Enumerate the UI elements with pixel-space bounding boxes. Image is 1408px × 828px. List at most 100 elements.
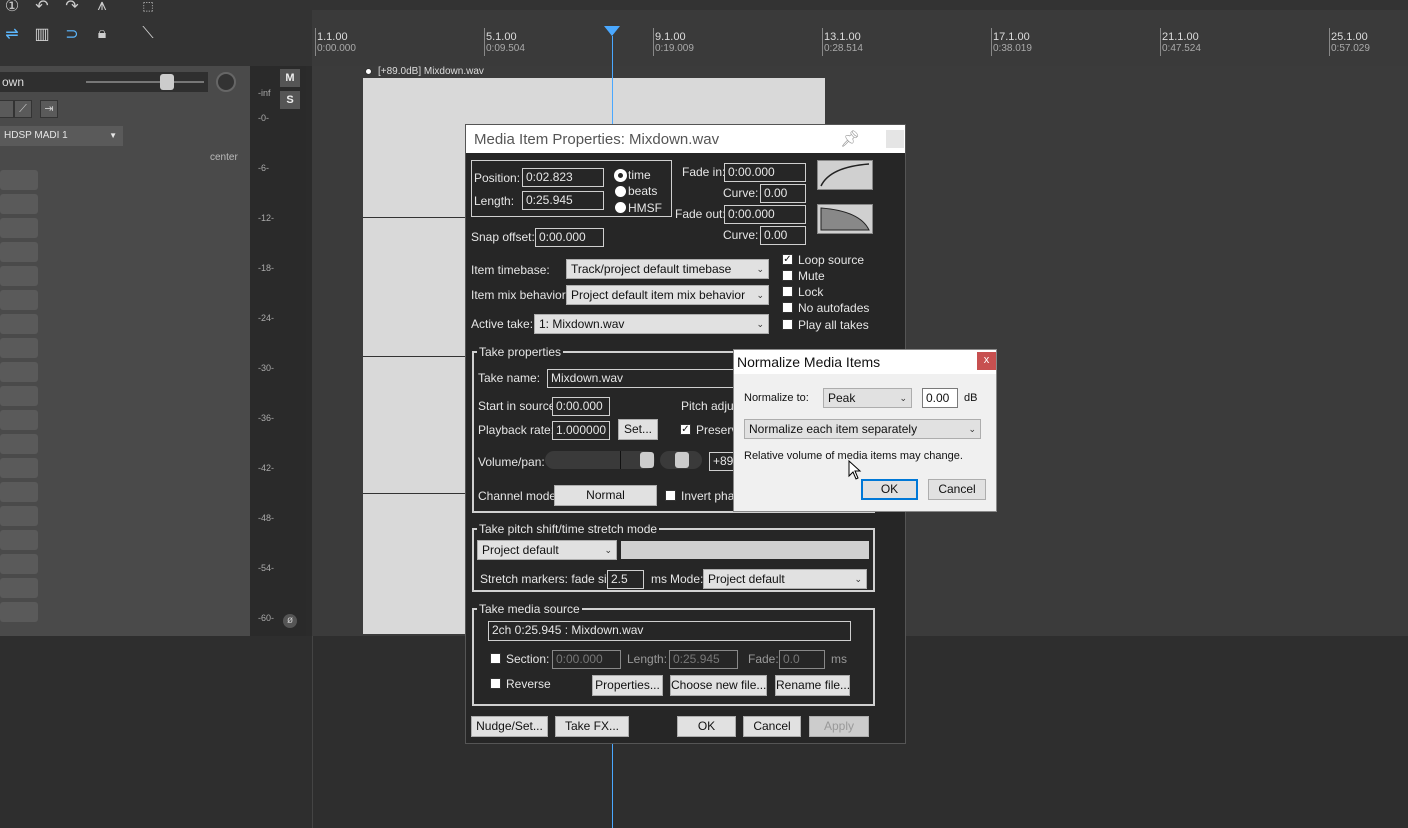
lock-icon[interactable]: 🔒︎ xyxy=(90,22,114,46)
take-name-field[interactable]: Mixdown.wav xyxy=(547,369,737,388)
mute-checkbox[interactable] xyxy=(782,270,793,281)
rename-file-button[interactable]: Rename file... xyxy=(775,675,850,696)
take-pan-handle[interactable] xyxy=(675,452,689,468)
fade-out-shape-button[interactable] xyxy=(817,204,873,234)
normalize-cancel-button[interactable]: Cancel xyxy=(928,479,986,500)
start-in-source-field[interactable]: 0:00.000 xyxy=(552,397,610,416)
take-fx-button[interactable]: Take FX... xyxy=(555,716,629,737)
normalize-to-select[interactable]: Peak ⌄ xyxy=(823,388,912,408)
redo-icon[interactable]: ↷ xyxy=(60,0,84,18)
section-fade-field[interactable]: 0.0 xyxy=(779,650,825,669)
length-field[interactable]: 0:25.945 xyxy=(522,191,604,210)
normalize-mode-select[interactable]: Normalize each item separately ⌄ xyxy=(744,419,981,439)
undo-icon[interactable]: ↶ xyxy=(30,0,54,18)
reverse-checkbox[interactable] xyxy=(490,678,501,689)
source-properties-button[interactable]: Properties... xyxy=(592,675,663,696)
timeline-ruler[interactable]: 1.1.00 0:00.000 5.1.00 0:09.504 9.1.00 0:19… xyxy=(312,0,1408,67)
grid-icon[interactable]: ▥ xyxy=(30,22,54,46)
metronome-icon[interactable]: ① xyxy=(0,0,24,18)
play-cursor-head[interactable] xyxy=(604,26,620,36)
record-arm-button[interactable] xyxy=(0,100,14,118)
stretch-mode-select[interactable]: Project default ⌄ xyxy=(703,569,867,589)
cancel-button[interactable]: Cancel xyxy=(743,716,801,737)
fx-slot[interactable] xyxy=(0,554,38,574)
ruler-label: 17.1.00 0:38.019 xyxy=(993,31,1032,54)
fx-slot[interactable] xyxy=(0,434,38,454)
position-field[interactable]: 0:02.823 xyxy=(522,168,604,187)
active-take-select[interactable]: 1: Mixdown.wav ⌄ xyxy=(534,314,769,334)
normalize-titlebar[interactable]: Normalize Media Items x xyxy=(734,350,996,374)
no-autofades-checkbox[interactable] xyxy=(782,302,793,313)
volume-slider-handle[interactable] xyxy=(160,74,174,90)
section-length-field[interactable]: 0:25.945 xyxy=(669,650,738,669)
fx-slot[interactable] xyxy=(0,314,38,334)
snap-offset-field[interactable]: 0:00.000 xyxy=(535,228,604,247)
fx-slot[interactable] xyxy=(0,458,38,478)
fx-slot[interactable] xyxy=(0,482,38,502)
preserve-pitch-checkbox[interactable]: ✓ xyxy=(680,424,691,435)
take-pan-slider[interactable] xyxy=(660,451,702,469)
fx-slot[interactable] xyxy=(0,242,38,262)
fx-slot[interactable] xyxy=(0,362,38,382)
fx-slot[interactable] xyxy=(0,506,38,526)
fx-slot[interactable] xyxy=(0,218,38,238)
mix-behavior-select[interactable]: Project default item mix behavior ⌄ xyxy=(566,285,769,305)
hmsf-radio[interactable] xyxy=(615,202,626,213)
take-volume-handle[interactable] xyxy=(640,452,654,468)
pan-knob[interactable] xyxy=(216,72,236,92)
close-button[interactable] xyxy=(886,130,904,148)
crossfade-icon[interactable]: ⟍ xyxy=(136,22,160,46)
invert-phase-checkbox[interactable] xyxy=(665,490,676,501)
loop-source-checkbox[interactable]: ✓ xyxy=(782,254,793,265)
fx-slot[interactable] xyxy=(0,578,38,598)
ok-button[interactable]: OK xyxy=(677,716,736,737)
beats-radio[interactable] xyxy=(615,186,626,197)
fx-slot[interactable] xyxy=(0,290,38,310)
fade-out-curve-field[interactable]: 0.00 xyxy=(760,226,806,245)
choose-new-file-button[interactable]: Choose new file... xyxy=(670,675,767,696)
io-routing-button[interactable]: ⇥ xyxy=(40,100,58,118)
fx-slot[interactable] xyxy=(0,194,38,214)
apply-button[interactable]: Apply xyxy=(809,716,869,737)
play-all-takes-checkbox[interactable] xyxy=(782,319,793,330)
fade-in-field[interactable]: 0:00.000 xyxy=(724,163,806,182)
fx-slot[interactable] xyxy=(0,266,38,286)
section-checkbox[interactable] xyxy=(490,653,501,664)
fx-slot[interactable] xyxy=(0,602,38,622)
fade-in-curve-field[interactable]: 0.00 xyxy=(760,184,806,203)
section-start-field[interactable]: 0:00.000 xyxy=(552,650,621,669)
fx-slot[interactable] xyxy=(0,530,38,550)
fx-slot[interactable] xyxy=(0,410,38,430)
playback-rate-field[interactable]: 1.000000 xyxy=(552,421,610,440)
fade-out-field[interactable]: 0:00.000 xyxy=(724,205,806,224)
fade-in-shape-button[interactable] xyxy=(817,160,873,190)
dialog-titlebar[interactable]: Media Item Properties: Mixdown.wav 📌︎ xyxy=(466,125,905,153)
time-radio[interactable] xyxy=(615,170,626,181)
timebase-select[interactable]: Track/project default timebase ⌄ xyxy=(566,259,769,279)
normalize-db-field[interactable]: 0.00 xyxy=(922,388,958,408)
fx-slot[interactable] xyxy=(0,338,38,358)
pitch-mode-select[interactable]: Project default ⌄ xyxy=(477,540,617,560)
stretch-fade-field[interactable]: 2.5 xyxy=(607,570,644,589)
take-volume-slider[interactable] xyxy=(545,451,655,469)
lock-checkbox[interactable] xyxy=(782,286,793,297)
snap-icon[interactable]: ⊃ xyxy=(60,22,84,46)
nudge-set-button[interactable]: Nudge/Set... xyxy=(471,716,548,737)
ripple-edit-icon[interactable]: ⇌ xyxy=(0,22,24,46)
phase-invert-button[interactable]: ø xyxy=(283,614,297,628)
volume-slider-track[interactable] xyxy=(86,81,204,83)
media-item-header[interactable]: [+89.0dB] Mixdown.wav xyxy=(363,66,825,78)
solo-button[interactable]: S xyxy=(280,91,300,109)
mute-button[interactable]: M xyxy=(280,69,300,87)
channel-mode-button[interactable]: Normal xyxy=(554,485,657,506)
marquee-icon[interactable]: ⬚ xyxy=(136,0,160,18)
close-button[interactable]: x xyxy=(977,352,996,370)
envelope-icon[interactable]: ⩚ xyxy=(90,0,114,18)
fx-slot[interactable] xyxy=(0,386,38,406)
fx-slot[interactable] xyxy=(0,170,38,190)
set-rate-button[interactable]: Set... xyxy=(618,419,658,440)
input-select[interactable]: HDSP MADI 1 ▼ xyxy=(0,126,123,146)
envelope-button[interactable]: ⟋ xyxy=(14,100,32,118)
normalize-ok-button[interactable]: OK xyxy=(861,479,918,500)
pin-icon[interactable]: 📌︎ xyxy=(840,129,860,149)
